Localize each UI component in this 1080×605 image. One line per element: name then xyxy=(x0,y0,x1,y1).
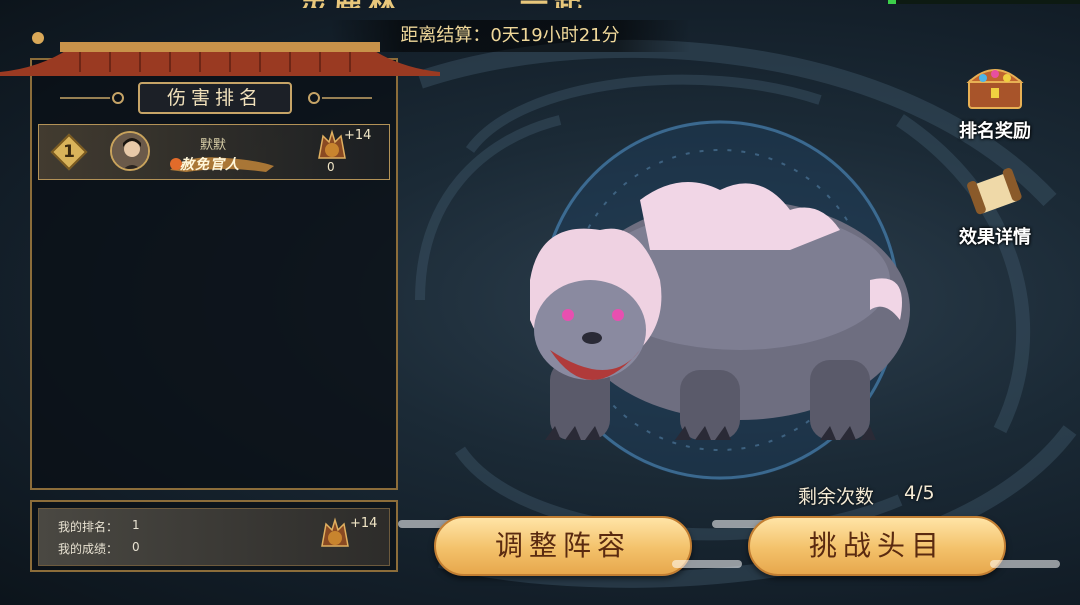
roof-ornament xyxy=(0,32,440,76)
avatar[interactable] xyxy=(110,131,150,171)
damage-rank-panel[interactable] xyxy=(30,58,398,490)
treasure-chest-icon xyxy=(966,69,1024,109)
bonus-value: +14 xyxy=(344,128,372,143)
button-cloud-decoration xyxy=(990,560,1060,568)
event-title-left: 灵鹿林 xyxy=(300,0,402,8)
top-right-strip xyxy=(896,0,1080,4)
challenge-boss-button[interactable]: 挑战头目 xyxy=(748,516,1006,576)
adjust-lineup-button[interactable]: 调整阵容 xyxy=(434,516,692,576)
count-value: 0 xyxy=(327,160,335,174)
my-rank-value: 1 xyxy=(132,518,140,532)
header-ornament-left-icon xyxy=(60,92,124,104)
boss-beast-image xyxy=(530,182,910,440)
player-name: 默默 xyxy=(200,138,227,153)
remaining-attempts-value: 4/5 xyxy=(904,482,935,504)
remaining-attempts-label: 剩余次数 xyxy=(798,486,875,508)
damage-rank-title: 伤害排名 xyxy=(138,82,292,114)
my-score-value: 0 xyxy=(132,540,140,554)
status-mark xyxy=(888,0,896,4)
header-ornament-right-icon xyxy=(308,92,372,104)
my-rank-label: 我的排名： xyxy=(58,520,119,534)
my-score-label: 我的成绩： xyxy=(58,542,119,556)
player-title: 赦免官人 xyxy=(180,157,240,173)
event-title-right: 一起 xyxy=(520,0,588,8)
button-cloud-decoration xyxy=(672,560,742,568)
countdown-value: 0天19小时21分 xyxy=(490,25,620,46)
my-beast-icon xyxy=(321,517,349,547)
my-bonus-value: +14 xyxy=(350,516,378,531)
rank-number: 1 xyxy=(63,142,75,162)
scroll-icon xyxy=(967,168,1022,215)
